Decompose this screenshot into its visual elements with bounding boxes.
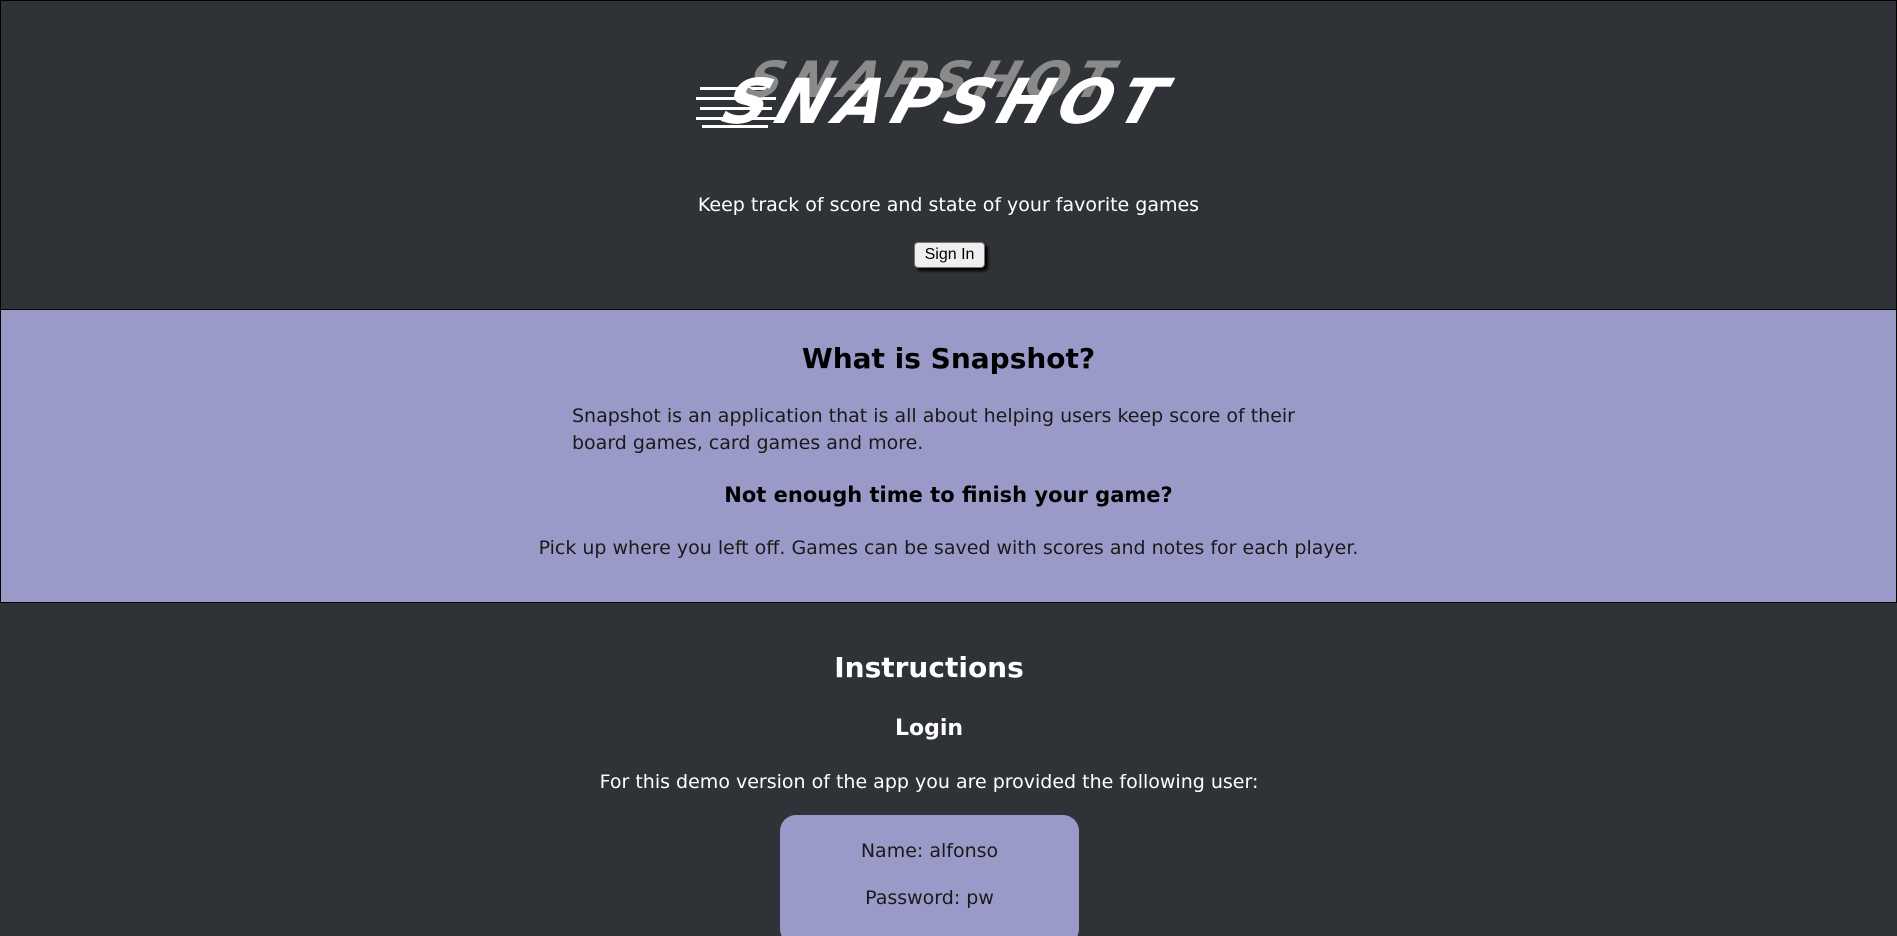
page: SNAPSHOT SNAPSHOT Keep track of score an…	[0, 0, 1897, 936]
demo-user-text: For this demo version of the app you are…	[599, 771, 1259, 793]
credentials-box: Name: alfonso Password: pw	[780, 815, 1079, 936]
about-section: What is Snapshot? Snapshot is an applica…	[0, 309, 1897, 603]
hero-section: SNAPSHOT SNAPSHOT Keep track of score an…	[0, 0, 1897, 310]
demo-password: Password: pw	[865, 887, 994, 909]
tagline: Keep track of score and state of your fa…	[697, 194, 1200, 216]
login-heading: Login	[894, 716, 964, 741]
logo-text: SNAPSHOT	[714, 65, 1184, 138]
demo-username: Name: alfonso	[860, 840, 999, 862]
about-title: What is Snapshot?	[801, 342, 1096, 375]
about-subtitle: Not enough time to finish your game?	[724, 483, 1173, 507]
snapshot-logo: SNAPSHOT SNAPSHOT	[696, 51, 1216, 141]
sign-in-button[interactable]: Sign In	[914, 242, 985, 268]
about-description: Snapshot is an application that is all a…	[572, 405, 1295, 454]
instructions-title: Instructions	[834, 651, 1024, 684]
about-pickup-text: Pick up where you left off. Games can be…	[538, 537, 1359, 559]
